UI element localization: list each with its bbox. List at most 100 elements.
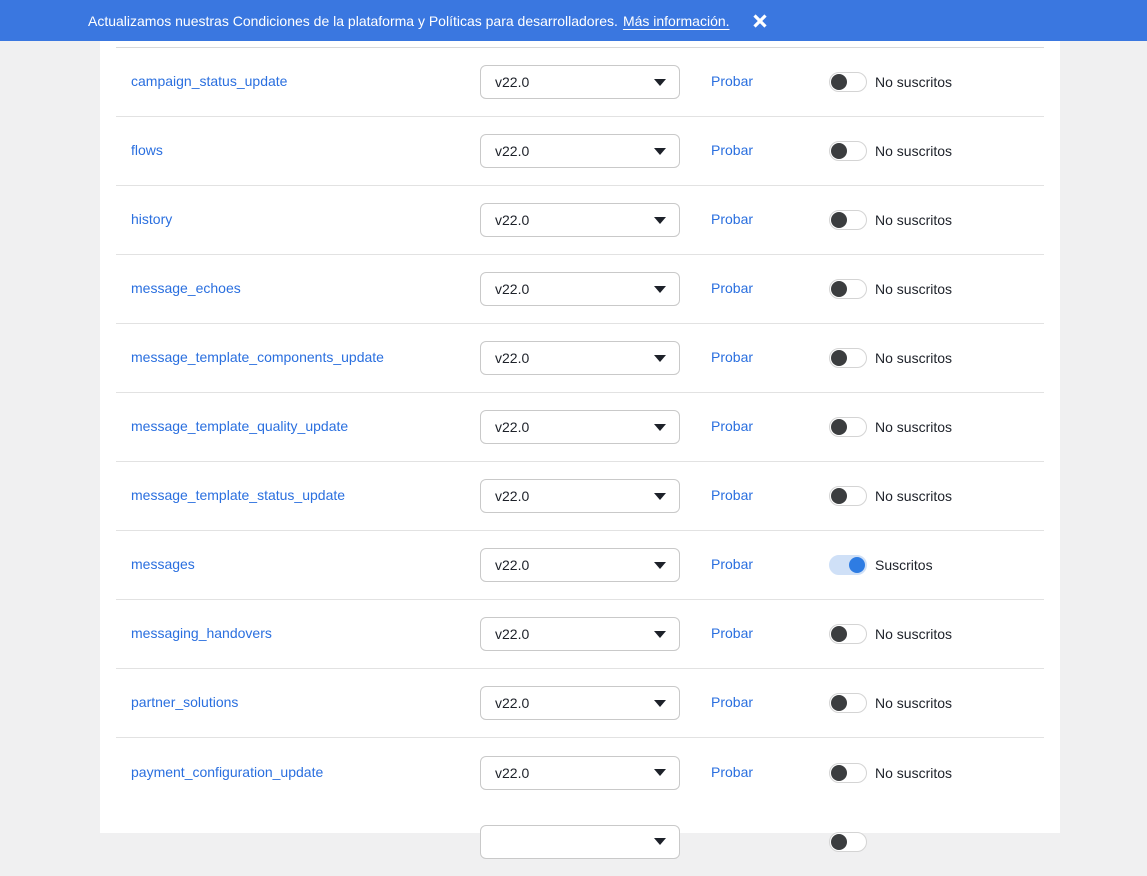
- subscription-status-label: No suscritos: [875, 626, 952, 642]
- caret-down-icon: [654, 700, 666, 707]
- toggle-knob: [831, 488, 847, 504]
- close-icon: [752, 13, 768, 29]
- toggle-knob: [831, 74, 847, 90]
- webhook-field-link[interactable]: message_echoes: [131, 280, 241, 296]
- subscription-status-label: No suscritos: [875, 143, 952, 159]
- version-select[interactable]: v22.0: [480, 548, 680, 582]
- table-row: message_template_components_update v22.0…: [116, 324, 1044, 393]
- caret-down-icon: [654, 79, 666, 86]
- subscription-toggle[interactable]: [829, 832, 867, 852]
- webhook-field-link[interactable]: campaign_status_update: [131, 73, 287, 89]
- caret-down-icon: [654, 493, 666, 500]
- subscription-status-label: No suscritos: [875, 695, 952, 711]
- subscription-status-label: No suscritos: [875, 281, 952, 297]
- toggle-knob: [831, 626, 847, 642]
- version-select-value: v22.0: [495, 488, 529, 504]
- caret-down-icon: [654, 631, 666, 638]
- version-select[interactable]: v22.0: [480, 686, 680, 720]
- subscription-toggle[interactable]: [829, 417, 867, 437]
- version-select[interactable]: v22.0: [480, 756, 680, 790]
- test-link[interactable]: Probar: [711, 73, 753, 89]
- webhook-field-link[interactable]: messages: [131, 556, 195, 572]
- subscription-toggle[interactable]: [829, 693, 867, 713]
- notification-banner: Actualizamos nuestras Condiciones de la …: [0, 0, 1147, 41]
- version-select[interactable]: v22.0: [480, 341, 680, 375]
- test-link[interactable]: Probar: [711, 625, 753, 641]
- webhook-field-link[interactable]: message_template_status_update: [131, 487, 345, 503]
- subscription-toggle[interactable]: [829, 555, 867, 575]
- version-select[interactable]: v22.0: [480, 410, 680, 444]
- subscription-toggle[interactable]: [829, 486, 867, 506]
- banner-message: Actualizamos nuestras Condiciones de la …: [88, 13, 618, 29]
- subscription-toggle[interactable]: [829, 72, 867, 92]
- version-select-value: v22.0: [495, 212, 529, 228]
- webhook-field-link[interactable]: flows: [131, 142, 163, 158]
- version-select[interactable]: v22.0: [480, 134, 680, 168]
- version-select-value: v22.0: [495, 626, 529, 642]
- subscription-toggle[interactable]: [829, 348, 867, 368]
- test-link[interactable]: Probar: [711, 556, 753, 572]
- version-select[interactable]: v22.0: [480, 617, 680, 651]
- table-row: flows v22.0 Probar No suscritos: [116, 117, 1044, 186]
- version-select[interactable]: v22.0: [480, 65, 680, 99]
- version-select[interactable]: [480, 825, 680, 859]
- close-banner-button[interactable]: [751, 12, 769, 30]
- table-row-partial-top: [116, 41, 1044, 48]
- subscription-toggle[interactable]: [829, 624, 867, 644]
- subscription-toggle[interactable]: [829, 763, 867, 783]
- webhook-field-link[interactable]: message_template_components_update: [131, 349, 384, 365]
- subscription-status-label: No suscritos: [875, 419, 952, 435]
- subscription-toggle[interactable]: [829, 279, 867, 299]
- webhook-field-link[interactable]: history: [131, 211, 172, 227]
- toggle-knob: [831, 695, 847, 711]
- version-select-value: v22.0: [495, 74, 529, 90]
- table-row: campaign_status_update v22.0 Probar No s…: [116, 48, 1044, 117]
- caret-down-icon: [654, 286, 666, 293]
- toggle-knob: [831, 281, 847, 297]
- test-link[interactable]: Probar: [711, 694, 753, 710]
- webhook-field-link[interactable]: message_template_quality_update: [131, 418, 348, 434]
- subscription-status-label: No suscritos: [875, 765, 952, 781]
- webhooks-rows: campaign_status_update v22.0 Probar No s…: [116, 48, 1044, 807]
- table-row: history v22.0 Probar No suscritos: [116, 186, 1044, 255]
- version-select[interactable]: v22.0: [480, 479, 680, 513]
- test-link[interactable]: Probar: [711, 349, 753, 365]
- subscription-status-label: No suscritos: [875, 350, 952, 366]
- subscription-toggle[interactable]: [829, 141, 867, 161]
- test-link[interactable]: Probar: [711, 418, 753, 434]
- test-link[interactable]: Probar: [711, 487, 753, 503]
- caret-down-icon: [654, 424, 666, 431]
- version-select-value: v22.0: [495, 143, 529, 159]
- webhook-field-link[interactable]: payment_configuration_update: [131, 764, 323, 780]
- webhooks-card: campaign_status_update v22.0 Probar No s…: [100, 41, 1060, 833]
- toggle-knob: [831, 212, 847, 228]
- version-select-value: v22.0: [495, 419, 529, 435]
- caret-down-icon: [654, 355, 666, 362]
- toggle-knob: [849, 557, 865, 573]
- test-link[interactable]: Probar: [711, 142, 753, 158]
- subscription-status-label: Suscritos: [875, 557, 933, 573]
- table-row: message_template_quality_update v22.0 Pr…: [116, 393, 1044, 462]
- webhook-field-link[interactable]: messaging_handovers: [131, 625, 272, 641]
- caret-down-icon: [654, 148, 666, 155]
- toggle-knob: [831, 765, 847, 781]
- subscription-toggle[interactable]: [829, 210, 867, 230]
- subscription-status-label: No suscritos: [875, 212, 952, 228]
- version-select-value: v22.0: [495, 765, 529, 781]
- version-select[interactable]: v22.0: [480, 203, 680, 237]
- subscription-status-label: No suscritos: [875, 488, 952, 504]
- version-select-value: v22.0: [495, 350, 529, 366]
- caret-down-icon: [654, 769, 666, 776]
- version-select[interactable]: v22.0: [480, 272, 680, 306]
- more-info-link[interactable]: Más información.: [623, 13, 730, 29]
- test-link[interactable]: Probar: [711, 211, 753, 227]
- test-link[interactable]: Probar: [711, 764, 753, 780]
- test-link[interactable]: Probar: [711, 280, 753, 296]
- version-select-value: v22.0: [495, 557, 529, 573]
- table-row-partial-bottom: [116, 807, 1044, 876]
- table-row: payment_configuration_update v22.0 Proba…: [116, 738, 1044, 807]
- toggle-knob: [831, 350, 847, 366]
- table-row: message_echoes v22.0 Probar No suscritos: [116, 255, 1044, 324]
- webhook-field-link[interactable]: partner_solutions: [131, 694, 238, 710]
- toggle-knob: [831, 143, 847, 159]
